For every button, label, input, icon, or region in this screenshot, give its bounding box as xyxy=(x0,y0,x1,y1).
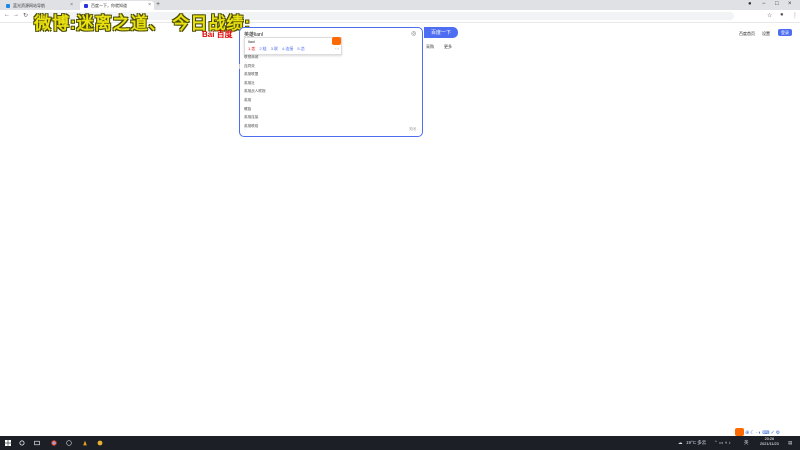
suggestion-item[interactable]: 英雄联络 xyxy=(244,122,266,131)
suggestion-item[interactable]: 螺旋 xyxy=(244,105,266,114)
suggestion-item[interactable]: 英雄连接 xyxy=(244,113,266,122)
search-icon[interactable] xyxy=(19,440,25,446)
ime-toolbar-logo-icon[interactable] xyxy=(735,428,744,436)
suggestion-item[interactable]: 英雄联盟 xyxy=(244,70,266,79)
ime-pinyin: lianl xyxy=(248,39,256,44)
app-icon[interactable] xyxy=(82,440,88,446)
maximize-icon[interactable]: □ xyxy=(775,1,779,7)
new-tab-button[interactable]: + xyxy=(156,1,160,8)
tab-title: 蓝光资源网站导航 xyxy=(13,2,45,8)
ime-candidate[interactable]: 4.连接 xyxy=(282,46,293,51)
close-window-icon[interactable]: × xyxy=(788,1,792,7)
favicon-icon xyxy=(6,3,10,8)
suggestion-item[interactable]: 英雄社 xyxy=(244,79,266,88)
top-link-settings[interactable]: 设置 xyxy=(762,31,770,37)
forward-icon[interactable]: → xyxy=(13,12,19,18)
ime-candidate[interactable]: 1.恋 xyxy=(248,46,255,51)
tray-icons[interactable]: ⌃ ▭ ◖ ♪ xyxy=(714,440,731,446)
ime-logo-icon xyxy=(332,37,341,45)
reload-icon[interactable]: ↻ xyxy=(23,12,28,19)
login-button[interactable]: 登录 xyxy=(778,29,792,36)
star-icon[interactable]: ☆ xyxy=(767,12,772,19)
divider xyxy=(239,64,240,69)
baidu-logo-text: Bai 百度 xyxy=(202,30,233,39)
search-button-label: 百度一下 xyxy=(430,30,451,36)
notification-icon[interactable]: ▤ xyxy=(788,440,792,446)
search-button[interactable]: 百度一下 xyxy=(424,27,458,38)
ime-candidate[interactable]: 5.恋 xyxy=(297,46,304,51)
suggestion-item[interactable]: 联想商城 xyxy=(244,53,266,62)
suggestion-close-link[interactable]: 关闭 xyxy=(409,127,416,132)
weather-icon[interactable]: ☁ xyxy=(678,440,683,446)
suggestion-list: 联想商城 连同效 英雄联盟 英雄社 英雄战人联报 英雄 螺旋 英雄连接 英雄联络 xyxy=(244,53,266,130)
ime-candidate[interactable]: 3.联 xyxy=(271,46,278,51)
nav-link-purchase[interactable]: 采购 xyxy=(426,44,434,50)
nav-link-more[interactable]: 更多 xyxy=(444,44,452,50)
camera-icon[interactable]: ◎ xyxy=(411,30,416,37)
top-link-home[interactable]: 百度首页 xyxy=(739,31,755,37)
minimize-icon[interactable]: − xyxy=(762,1,766,7)
ime-candidates: 1.恋 2.链 3.联 4.连接 5.恋 xyxy=(248,46,309,52)
app-icon[interactable] xyxy=(97,440,103,446)
suggestion-item[interactable]: 英雄 xyxy=(244,96,266,105)
ime-candidate[interactable]: 2.链 xyxy=(259,46,266,51)
system-clock[interactable]: 20:26 2021/11/23 xyxy=(760,437,779,447)
baidu-logo[interactable]: Bai 百度 xyxy=(202,29,233,40)
task-view-icon[interactable] xyxy=(34,440,40,446)
tab-close-icon[interactable]: × xyxy=(148,2,151,8)
menu-icon[interactable]: ⋮ xyxy=(792,12,798,19)
profile-circle-icon[interactable]: ● xyxy=(748,1,752,7)
login-button-label: 登录 xyxy=(781,29,789,35)
suggestion-item[interactable]: 连同效 xyxy=(244,62,266,71)
windows-start-icon[interactable] xyxy=(5,440,11,446)
clock-date: 2021/11/23 xyxy=(760,442,779,446)
baidu-favicon-icon xyxy=(84,3,88,8)
suggestion-item[interactable]: 英雄战人联报 xyxy=(244,87,266,96)
ime-page-arrows-icon[interactable]: ‹ › xyxy=(335,46,339,51)
back-icon[interactable]: ← xyxy=(4,12,10,18)
weather-text[interactable]: 19°C 多云 xyxy=(686,440,706,446)
ime-lang-indicator[interactable]: 英 xyxy=(744,440,749,446)
chrome-icon[interactable] xyxy=(51,440,57,446)
account-icon[interactable]: ● xyxy=(780,12,784,18)
tab-close-icon[interactable]: × xyxy=(70,2,73,8)
search-box[interactable]: 英雄lianl ◎ lianl 1.恋 2.链 3.联 4.连接 5.恋 ‹ › 联想商… xyxy=(239,27,423,137)
tab-title: 百度一下，你就知道 xyxy=(91,2,127,8)
app-icon[interactable] xyxy=(66,440,72,446)
